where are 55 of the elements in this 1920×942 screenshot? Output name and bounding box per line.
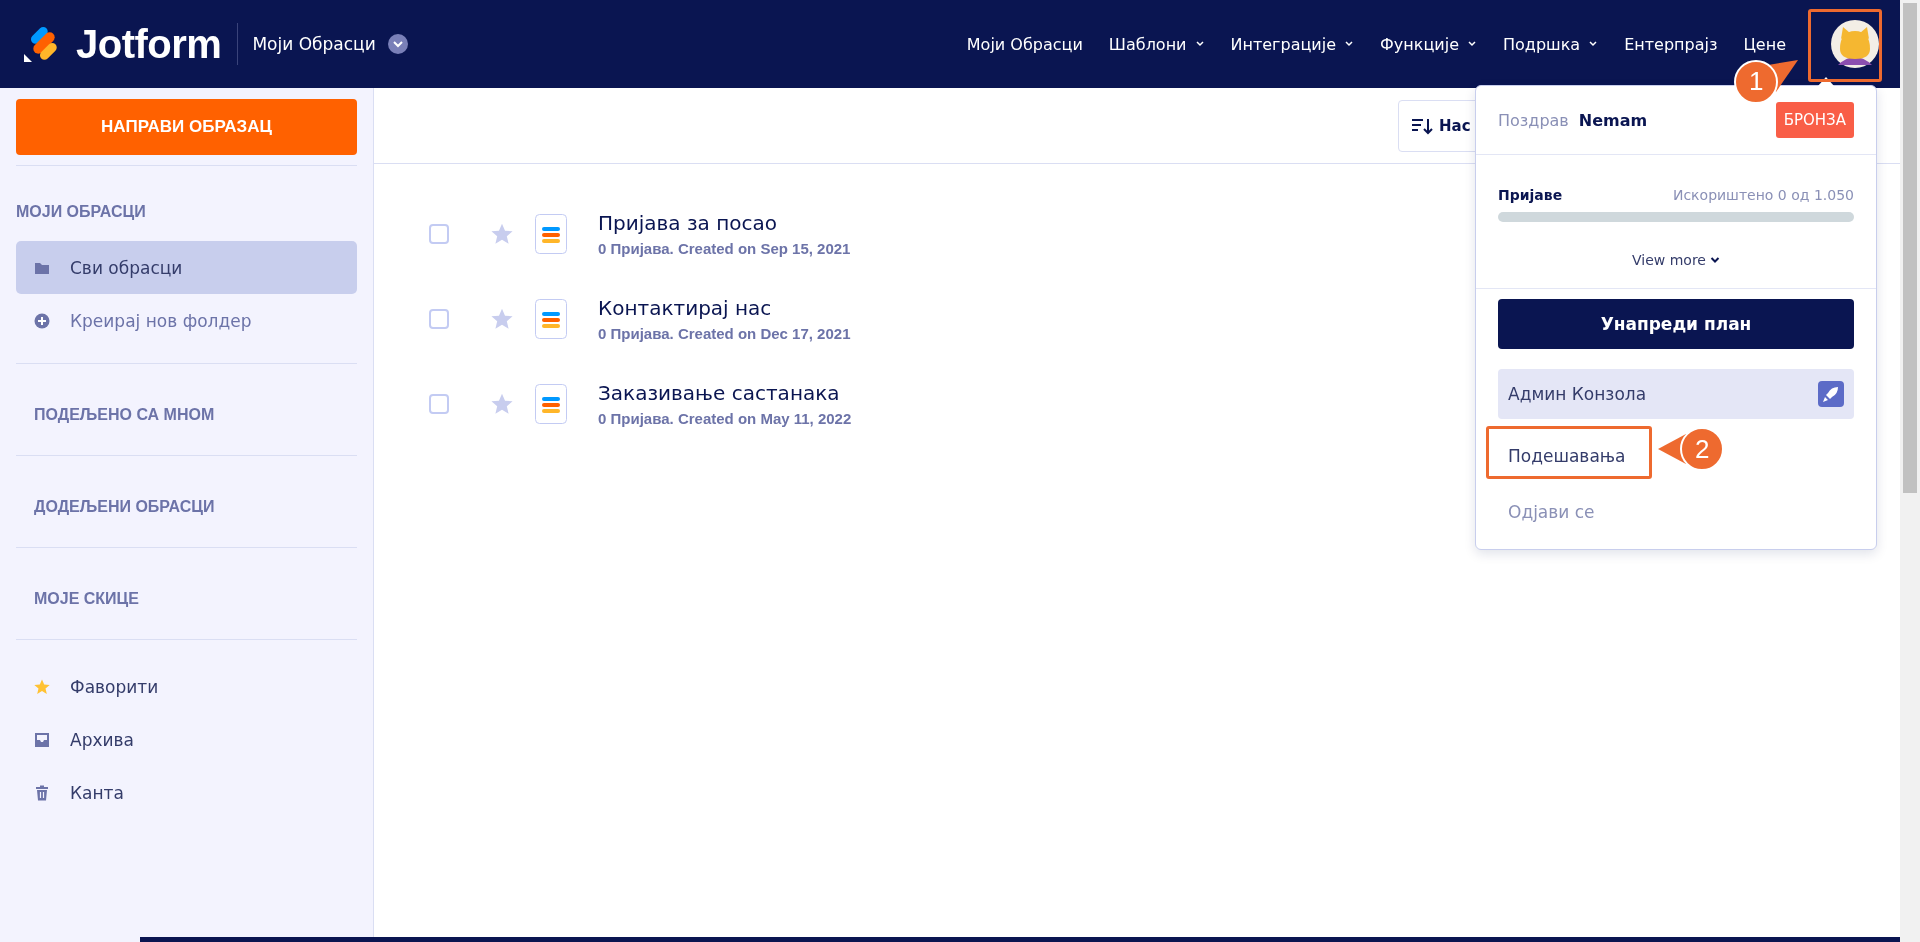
section-heading[interactable]: МОЈЕ СКИЦЕ <box>16 578 357 638</box>
upgrade-button[interactable]: Унапреди план <box>1498 299 1854 349</box>
section-heading[interactable]: МОЈИ ОБРАСЦИ <box>16 203 357 241</box>
nav-link[interactable]: Ентерпрајз <box>1624 34 1718 54</box>
caret-icon <box>1194 40 1205 48</box>
form-title[interactable]: Заказивање састанака <box>598 380 852 405</box>
section-heading[interactable]: ДОДЕЉЕНИ ОБРАСЦИ <box>16 486 357 546</box>
scrollbar[interactable] <box>1900 0 1920 942</box>
form-icon <box>535 383 567 424</box>
form-icon <box>535 298 567 339</box>
avatar <box>1830 19 1880 69</box>
plus-circle-icon <box>34 312 50 329</box>
caret-icon <box>1344 40 1355 48</box>
logo-text[interactable]: Jotform <box>76 21 222 67</box>
form-meta: 0 Пријава. Created on Dec 17, 2021 <box>598 324 851 342</box>
trash-icon <box>34 784 50 801</box>
sidebar-item[interactable]: Сви обрасци <box>16 241 357 294</box>
nav-link[interactable]: Цене <box>1743 34 1786 54</box>
nav-link[interactable]: Подршка <box>1503 34 1599 54</box>
sidebar-item[interactable]: Креирај нов фолдер <box>16 294 357 347</box>
plan-badge: БРОНЗА <box>1775 102 1854 138</box>
usage-reading: Искориштено 0 од 1.050 <box>1672 187 1854 203</box>
user-name: Nemam <box>1578 110 1648 130</box>
sidebar-item[interactable]: Фаворити <box>16 660 357 713</box>
nav-link[interactable]: Шаблони <box>1108 34 1205 54</box>
nav-link[interactable]: Интеграције <box>1230 34 1355 54</box>
usage-label: Пријаве <box>1498 187 1563 203</box>
section-heading[interactable]: ПОДЕЉЕНО СА МНОМ <box>16 394 357 454</box>
star-icon <box>34 678 50 695</box>
sidebar-item[interactable]: Архива <box>16 713 357 766</box>
checkbox[interactable] <box>429 223 449 244</box>
form-icon <box>535 213 567 254</box>
caret-icon <box>1467 40 1477 48</box>
form-title[interactable]: Контактирај нас <box>598 295 851 320</box>
star-icon[interactable] <box>491 222 513 245</box>
checkbox[interactable] <box>429 393 449 414</box>
star-icon[interactable] <box>491 307 513 330</box>
inbox-icon <box>34 731 50 748</box>
star-icon[interactable] <box>491 392 513 415</box>
form-meta: 0 Пријава. Created on May 11, 2022 <box>598 409 852 427</box>
caret-icon <box>1588 40 1599 48</box>
nav-link[interactable]: Моји Обрасци <box>966 34 1083 54</box>
chevron-down-icon <box>387 34 408 54</box>
form-title[interactable]: Пријава за посао <box>598 210 851 235</box>
sidebar-item[interactable]: Канта <box>16 766 357 819</box>
workspace-dropdown[interactable]: Моји Обрасци <box>252 34 408 54</box>
greeting-label: Поздрав <box>1498 110 1569 130</box>
rocket-icon <box>1818 381 1844 407</box>
form-meta: 0 Пријава. Created on Sep 15, 2021 <box>598 239 851 257</box>
chevron-down-icon <box>1709 256 1720 264</box>
menu-item[interactable]: Подешавања <box>1498 431 1636 481</box>
checkbox[interactable] <box>429 308 449 329</box>
view-more-button[interactable]: View more <box>1630 250 1722 270</box>
nav-link[interactable]: Функције <box>1380 34 1477 54</box>
sort-icon <box>1411 116 1433 135</box>
